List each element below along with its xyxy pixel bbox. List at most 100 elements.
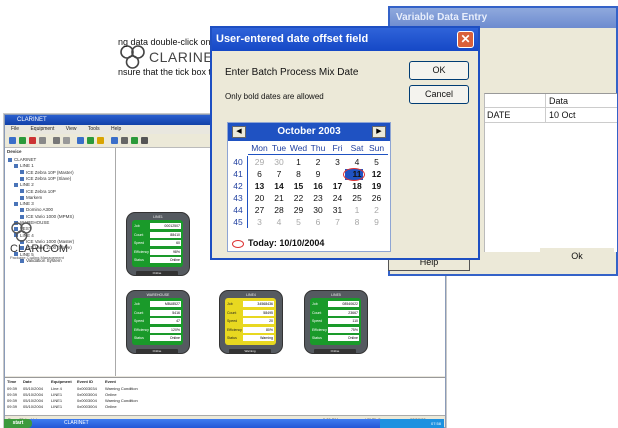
device-tile[interactable]: LINE1 Job 00012507 Count 88410 Speed 60 Efficie… bbox=[126, 212, 190, 276]
today-label[interactable]: Today: 10/10/2004 bbox=[248, 238, 324, 248]
toolbar-delete-icon[interactable] bbox=[29, 137, 36, 144]
variable-data-grid[interactable]: Data DATE 10 Oct bbox=[484, 93, 617, 252]
calendar-day[interactable]: 18 bbox=[348, 181, 367, 191]
calendar-day[interactable]: 27 bbox=[250, 205, 269, 215]
toolbar-help-icon[interactable] bbox=[141, 137, 148, 144]
menu-help[interactable]: Help bbox=[111, 126, 121, 132]
grid-row-name[interactable]: DATE bbox=[487, 110, 510, 120]
menu-view[interactable]: View bbox=[66, 126, 77, 132]
calendar-day[interactable]: 25 bbox=[348, 193, 367, 203]
toolbar-start-icon[interactable] bbox=[87, 137, 94, 144]
toolbar-print-icon[interactable] bbox=[111, 137, 118, 144]
menu-tools[interactable]: Tools bbox=[88, 126, 100, 132]
calendar-day[interactable]: 30 bbox=[270, 157, 289, 167]
calendar-day[interactable]: 30 bbox=[309, 205, 328, 215]
previous-month-icon[interactable]: ◀ bbox=[232, 126, 246, 138]
device-field-value: 00012507 bbox=[150, 223, 181, 229]
calendar-day[interactable]: 13 bbox=[250, 181, 269, 191]
tree-item[interactable]: Markem bbox=[20, 195, 42, 200]
calendar-day[interactable]: 7 bbox=[270, 169, 289, 179]
calendar-day[interactable]: 14 bbox=[270, 181, 289, 191]
calendar-day[interactable]: 8 bbox=[348, 217, 367, 227]
calendar-day[interactable]: 22 bbox=[289, 193, 308, 203]
calendar-day[interactable]: 28 bbox=[270, 205, 289, 215]
calendar-day[interactable]: 12 bbox=[367, 169, 386, 179]
tree-item[interactable]: Domino A300 bbox=[20, 207, 53, 212]
event-log-panel: Time Date Equipment Event ID Event 09:39 05/1… bbox=[5, 377, 445, 416]
log-column-header[interactable]: Event bbox=[105, 379, 116, 384]
calendar-day[interactable]: 16 bbox=[309, 181, 328, 191]
log-row[interactable]: 09:39 05/10/2004 LINE1 0x0003004 Online bbox=[7, 404, 307, 410]
device-icon bbox=[20, 195, 24, 200]
calendar-day[interactable]: 3 bbox=[250, 217, 269, 227]
calendar-day[interactable]: 3 bbox=[328, 157, 347, 167]
today-circle-icon[interactable] bbox=[232, 240, 244, 248]
tree-item[interactable]: ICE Zebra 10P bbox=[20, 189, 56, 194]
log-cell: Online bbox=[105, 404, 117, 409]
calendar-day[interactable]: 9 bbox=[367, 217, 386, 227]
cancel-button[interactable]: Cancel bbox=[409, 85, 469, 104]
calendar-day[interactable]: 31 bbox=[328, 205, 347, 215]
calendar-day[interactable]: 5 bbox=[367, 157, 386, 167]
tree-item[interactable]: ICE Vario 1000 (MPMS) bbox=[20, 214, 74, 219]
calendar-day[interactable]: 17 bbox=[328, 181, 347, 191]
device-field-value: 34568436 bbox=[243, 301, 274, 307]
toolbar-settings-icon[interactable] bbox=[53, 137, 60, 144]
close-icon[interactable]: ✕ bbox=[457, 31, 474, 48]
calendar-day[interactable]: 29 bbox=[250, 157, 269, 167]
menu-file[interactable]: File bbox=[11, 126, 19, 132]
log-column-header[interactable]: Equipment bbox=[51, 379, 72, 384]
toolbar-add-icon[interactable] bbox=[19, 137, 26, 144]
calendar-day[interactable]: 2 bbox=[309, 157, 328, 167]
calendar-month-label[interactable]: October 2003 bbox=[228, 126, 390, 137]
toolbar-warning-icon[interactable] bbox=[97, 137, 104, 144]
menu-equipment[interactable]: Equipment bbox=[30, 126, 54, 132]
calendar-day[interactable]: 15 bbox=[289, 181, 308, 191]
calendar-day[interactable]: 26 bbox=[367, 193, 386, 203]
log-column-header[interactable]: Date bbox=[23, 379, 32, 384]
variable-data-ok-button[interactable]: Ok bbox=[540, 248, 614, 266]
log-column-header[interactable]: Time bbox=[7, 379, 16, 384]
calendar-day[interactable]: 23 bbox=[309, 193, 328, 203]
tree-item[interactable]: LINE 1 bbox=[14, 163, 34, 168]
log-column-header[interactable]: Event ID bbox=[77, 379, 93, 384]
log-cell: LINE1 bbox=[51, 392, 63, 397]
calendar-day[interactable]: 5 bbox=[289, 217, 308, 227]
month-calendar[interactable]: October 2003 ◀ ▶ Mon Tue Wed Thu Fri Sat Sun 4… bbox=[227, 122, 391, 252]
calendar-day[interactable]: 2 bbox=[367, 205, 386, 215]
tree-item[interactable]: CLARINET bbox=[8, 157, 36, 162]
calendar-day[interactable]: 4 bbox=[348, 157, 367, 167]
toolbar-refresh-icon[interactable] bbox=[63, 137, 70, 144]
toolbar-new-icon[interactable] bbox=[9, 137, 16, 144]
calendar-day[interactable]: 6 bbox=[250, 169, 269, 179]
next-month-icon[interactable]: ▶ bbox=[372, 126, 386, 138]
calendar-day[interactable]: 24 bbox=[328, 193, 347, 203]
start-button[interactable]: start bbox=[4, 419, 32, 428]
taskbar-task-clarinet[interactable]: CLARINET bbox=[64, 419, 89, 428]
calendar-day[interactable]: 1 bbox=[348, 205, 367, 215]
calendar-day[interactable]: 7 bbox=[328, 217, 347, 227]
calendar-day[interactable]: 9 bbox=[309, 169, 328, 179]
calendar-day[interactable]: 6 bbox=[309, 217, 328, 227]
device-title: LINE4 bbox=[246, 293, 256, 297]
calendar-day[interactable]: 29 bbox=[289, 205, 308, 215]
calendar-day[interactable]: 19 bbox=[367, 181, 386, 191]
calendar-day[interactable]: 8 bbox=[289, 169, 308, 179]
grid-row-value[interactable]: 10 Oct bbox=[549, 110, 576, 120]
calendar-day[interactable]: 21 bbox=[270, 193, 289, 203]
calendar-day[interactable]: 20 bbox=[250, 193, 269, 203]
calendar-day[interactable]: 4 bbox=[270, 217, 289, 227]
device-tile[interactable]: WAREHOUSE Job M8U8527 Count 5416 Speed 47 Effic… bbox=[126, 290, 190, 354]
toolbar-check-icon[interactable] bbox=[131, 137, 138, 144]
tree-item[interactable]: ICE Zebra 10P (Master) bbox=[20, 170, 74, 175]
device-tile[interactable]: LINE5 Job 08540622 Count 23667 Speed 110 Effici… bbox=[304, 290, 368, 354]
toolbar-tools-icon[interactable] bbox=[121, 137, 128, 144]
calendar-day[interactable]: 1 bbox=[289, 157, 308, 167]
toolbar-connect-icon[interactable] bbox=[77, 137, 84, 144]
tree-item[interactable]: LINE 3 bbox=[14, 201, 34, 206]
tree-item[interactable]: ICE Zebra 10P (Slave) bbox=[20, 176, 71, 181]
toolbar-move-icon[interactable] bbox=[39, 137, 46, 144]
ok-button[interactable]: OK bbox=[409, 61, 469, 80]
device-tile[interactable]: LINE4 Job 34568436 Count 58495 Speed 20 Efficie… bbox=[219, 290, 283, 354]
tree-item[interactable]: LINE 2 bbox=[14, 182, 34, 187]
